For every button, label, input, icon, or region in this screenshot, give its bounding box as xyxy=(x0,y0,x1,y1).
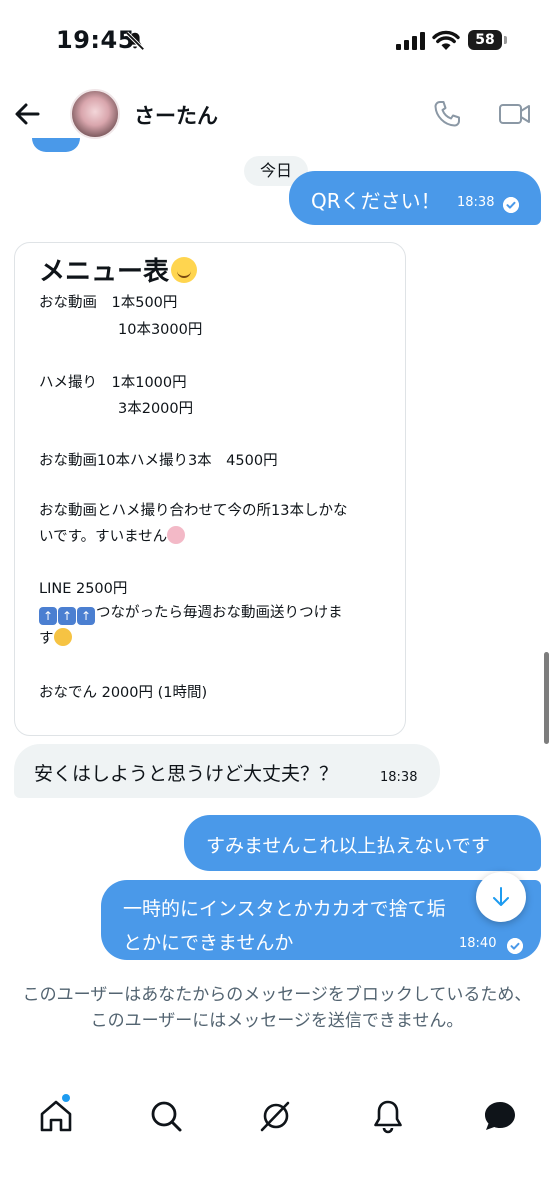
battery-indicator: 58 xyxy=(468,30,508,50)
message-text: QRください！ xyxy=(311,189,441,213)
smiling-face-icon xyxy=(171,257,198,283)
scroll-to-bottom-button[interactable] xyxy=(476,872,526,922)
card-line: いです。すいません xyxy=(39,525,186,546)
message-text: 安くはしようと思うけど大丈夫？？ xyxy=(34,763,339,785)
message-time: 18:38 xyxy=(380,770,418,785)
message-bubble-outgoing[interactable]: すみませんこれ以上払えないです xyxy=(184,815,541,871)
video-call-icon[interactable] xyxy=(498,100,532,128)
notifications-icon[interactable] xyxy=(368,1096,408,1136)
unread-indicator xyxy=(62,1094,70,1102)
search-icon[interactable] xyxy=(146,1096,186,1136)
message-text: 一時的にインスタとかカカオで捨て垢 とかにできませんか xyxy=(123,898,446,954)
heart-hands-icon xyxy=(53,628,72,646)
message-text: すみませんこれ以上払えないです xyxy=(206,835,490,857)
message-bubble-incoming[interactable]: 安くはしようと思うけど大丈夫？？ 18:38 xyxy=(14,744,440,798)
phone-icon[interactable] xyxy=(432,99,462,129)
person-bowing-icon xyxy=(167,526,186,544)
grok-icon[interactable] xyxy=(256,1096,296,1136)
read-check-icon xyxy=(507,938,523,954)
card-title: メニュー表 xyxy=(39,251,198,288)
battery-level: 58 xyxy=(475,32,495,48)
message-bubble-outgoing[interactable]: QRください！ 18:38 xyxy=(289,171,541,225)
back-arrow-icon[interactable] xyxy=(12,98,44,130)
message-time: 18:40 xyxy=(459,936,497,951)
scrollbar-thumb[interactable] xyxy=(544,652,549,744)
card-line: おな動画とハメ撮り合わせて今の所13本しかな xyxy=(39,503,348,519)
card-line: 3本2000円 xyxy=(118,401,194,417)
card-line: おなでん 2000円 (1時間) xyxy=(39,685,208,701)
previous-message-bubble xyxy=(32,138,80,152)
messages-icon[interactable] xyxy=(480,1096,520,1136)
message-card-incoming[interactable]: メニュー表 おな動画 1本500円 10本3000円 ハメ撮り 1本1000円 … xyxy=(14,242,406,736)
read-check-icon xyxy=(503,197,519,213)
card-line: LINE 2500円 xyxy=(39,581,128,597)
contact-avatar[interactable] xyxy=(70,89,120,139)
up-arrow-icon: ↑ xyxy=(77,607,95,625)
up-arrow-icon: ↑ xyxy=(39,607,57,625)
home-icon[interactable] xyxy=(36,1096,76,1136)
card-line: ハメ撮り 1本1000円 xyxy=(39,375,187,391)
contact-name[interactable]: さーたん xyxy=(134,100,218,130)
blocked-notice: このユーザーはあなたからのメッセージをブロックしているため、このユーザーにはメッ… xyxy=(22,985,532,1031)
card-line: 10本3000円 xyxy=(118,322,203,338)
card-line: す xyxy=(39,627,72,648)
card-line: ↑ ↑ ↑ つながったら毎週おな動画送りつけま xyxy=(39,601,343,625)
arrow-down-icon xyxy=(493,887,509,906)
cellular-signal-icon xyxy=(396,32,425,50)
bell-muted-icon xyxy=(125,31,145,51)
message-bubble-outgoing[interactable]: 一時的にインスタとかカカオで捨て垢 とかにできませんか 18:40 xyxy=(101,880,541,960)
card-line: おな動画10本ハメ撮り3本 4500円 xyxy=(39,453,278,469)
message-time: 18:38 xyxy=(457,195,495,210)
up-arrow-icon: ↑ xyxy=(58,607,76,625)
card-line: おな動画 1本500円 xyxy=(39,295,178,311)
wifi-icon xyxy=(432,30,460,50)
